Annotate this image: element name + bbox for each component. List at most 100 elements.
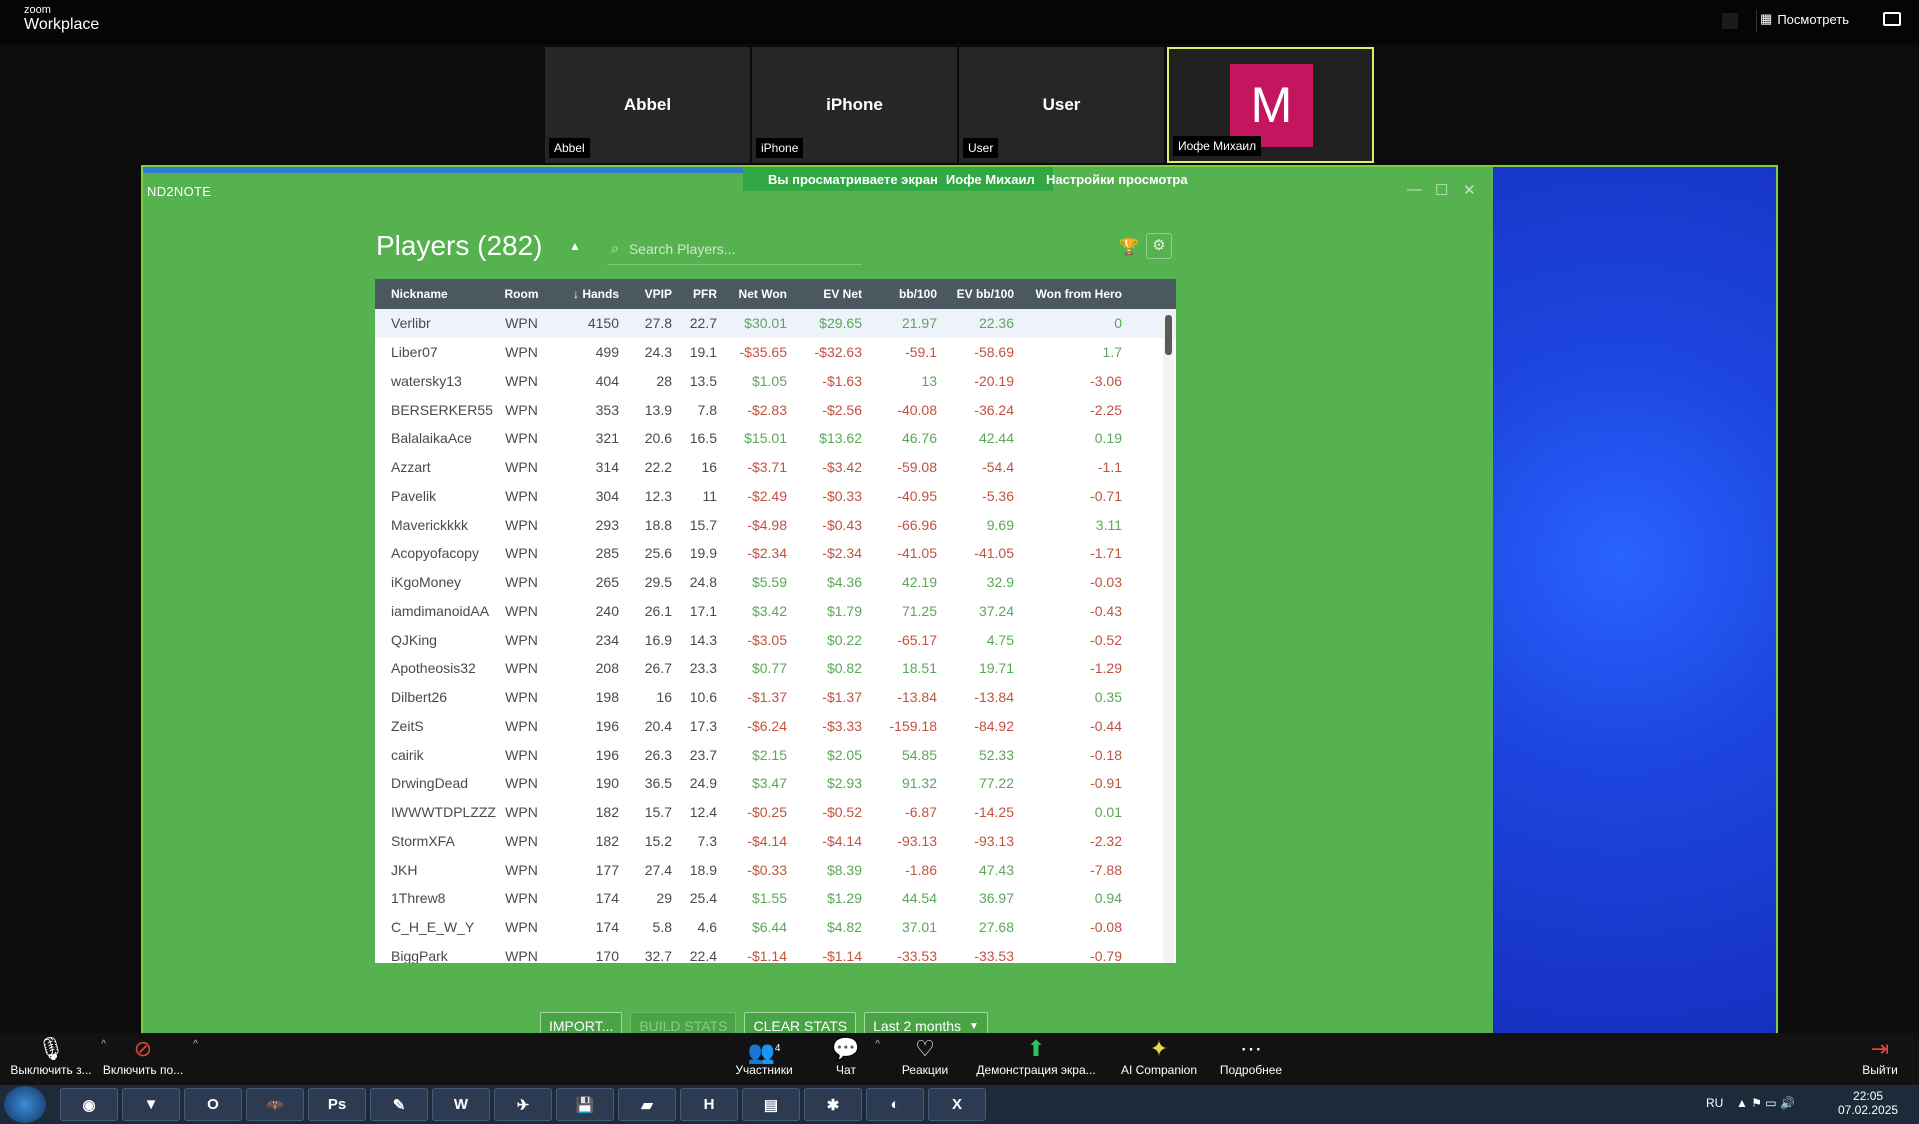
settings-icon[interactable]: ⚙ — [1146, 233, 1172, 259]
table-row[interactable]: 1Threw8 WPN 174 29 25.4 $1.55 $1.29 44.54 36.97 0… — [375, 884, 1176, 913]
cell-won-from-hero: 0.19 — [1094, 430, 1122, 447]
scrollbar-thumb[interactable] — [1165, 315, 1172, 355]
leave-button[interactable]: ⇥ Выйти — [1860, 1037, 1900, 1078]
cell-ev-net: -$1.14 — [822, 947, 862, 963]
col-net-won[interactable]: Net Won — [717, 287, 787, 301]
participant-tile[interactable]: User User — [959, 47, 1164, 163]
video-button[interactable]: ⊘ Включить по... ^ — [102, 1037, 198, 1078]
col-hands[interactable]: ↓ Hands — [545, 287, 619, 301]
clear-stats-button[interactable]: CLEAR STATS — [744, 1012, 857, 1033]
chevron-up-icon[interactable]: ^ — [875, 1039, 880, 1050]
taskbar-excel-icon[interactable]: X — [928, 1088, 986, 1121]
col-vpip[interactable]: VPIP — [619, 287, 672, 301]
col-won-from-hero[interactable]: Won from Hero — [1014, 287, 1122, 301]
maximize-icon[interactable]: ☐ — [1435, 181, 1448, 199]
cell-nickname: StormXFA — [391, 832, 455, 849]
table-row[interactable]: C_H_E_W_Y WPN 174 5.8 4.6 $6.44 $4.82 37.01 27.6… — [375, 913, 1176, 942]
table-row[interactable]: Pavelik WPN 304 12.3 11 -$2.49 -$0.33 -40.95 -5.… — [375, 482, 1176, 511]
trophy-icon[interactable]: 🏆 — [1119, 237, 1139, 257]
share-screen-button[interactable]: ⬆ Демонстрация экра... — [975, 1037, 1097, 1078]
table-row[interactable]: BalalaikaAce WPN 321 20.6 16.5 $15.01 $13.62 46… — [375, 424, 1176, 453]
col-ev-net[interactable]: EV Net — [787, 287, 862, 301]
scrollbar-track[interactable] — [1163, 309, 1174, 963]
taskbar-brave-icon[interactable]: ▼ — [122, 1088, 180, 1121]
cell-ev-net: $4.36 — [826, 574, 862, 591]
cell-net-won: $3.42 — [751, 602, 787, 619]
col-room[interactable]: Room — [498, 287, 545, 301]
minimize-icon[interactable]: — — [1407, 181, 1422, 198]
participant-tile-active[interactable]: M Иофе Михаил — [1167, 47, 1374, 163]
build-stats-button[interactable]: BUILD STATS — [630, 1012, 737, 1033]
chevron-up-icon[interactable]: ^ — [193, 1039, 198, 1050]
start-button[interactable] — [4, 1086, 46, 1123]
table-row[interactable]: DrwingDead WPN 190 36.5 24.9 $3.47 $2.93 91.32 7… — [375, 769, 1176, 798]
chat-button[interactable]: 💬 Чат ^ — [826, 1037, 880, 1078]
table-row[interactable]: Azzart WPN 314 22.2 16 -$3.71 -$3.42 -59.08 -54.… — [375, 453, 1176, 482]
table-row[interactable]: ZeitS WPN 196 20.4 17.3 -$6.24 -$3.33 -159.18 -8… — [375, 712, 1176, 741]
taskbar-tor-icon[interactable]: ◐ — [866, 1088, 924, 1121]
presenter-name: Иофе Михаил — [945, 171, 1035, 187]
table-row[interactable]: iamdimanoidAA WPN 240 26.1 17.1 $3.42 $1.79 71.… — [375, 597, 1176, 626]
cell-hands: 198 — [595, 689, 619, 706]
ai-companion-button[interactable]: ✦ AI Companion — [1120, 1037, 1198, 1078]
more-button[interactable]: ⋯ Подробнее — [1218, 1037, 1284, 1078]
table-row[interactable]: Dilbert26 WPN 198 16 10.6 -$1.37 -$1.37 -13.84 -… — [375, 683, 1176, 712]
taskbar-chrome-icon[interactable]: ◉ — [60, 1088, 118, 1121]
participants-button[interactable]: 👥4 Участники — [732, 1037, 796, 1077]
view-options-button[interactable]: Настройки просмотра — [1046, 172, 1188, 187]
table-row[interactable]: Apotheosis32 WPN 208 26.7 23.3 $0.77 $0.82 18.5… — [375, 654, 1176, 683]
participant-tile[interactable]: iPhone iPhone — [752, 47, 957, 163]
cell-nickname: Maverickkkk — [391, 516, 469, 533]
cell-nickname: BiggPark — [391, 947, 448, 963]
cell-hands: 321 — [595, 430, 619, 447]
cell-bb100: -1.86 — [905, 861, 937, 878]
col-bb100[interactable]: bb/100 — [862, 287, 937, 301]
taskbar-batman-icon[interactable]: 🦇 — [246, 1088, 304, 1121]
table-row[interactable]: IWWWTDPLZZZ WPN 182 15.7 12.4 -$0.25 -$0.52 -6.… — [375, 798, 1176, 827]
taskbar-rocket-icon[interactable]: ✱ — [804, 1088, 862, 1121]
table-row[interactable]: StormXFA WPN 182 15.2 7.3 -$4.14 -$4.14 -93.13 -… — [375, 827, 1176, 856]
close-icon[interactable]: ✕ — [1463, 181, 1476, 199]
table-row[interactable]: Maverickkkk WPN 293 18.8 15.7 -$4.98 -$0.43 -66… — [375, 510, 1176, 539]
taskbar-photoshop-icon[interactable]: Ps — [308, 1088, 366, 1121]
table-row[interactable]: cairik WPN 196 26.3 23.7 $2.15 $2.05 54.85 52.33… — [375, 740, 1176, 769]
period-value: Last 2 months — [873, 1018, 962, 1034]
taskbar-telegram-icon[interactable]: ✈ — [494, 1088, 552, 1121]
table-row[interactable]: BERSERKER55 WPN 353 13.9 7.8 -$2.83 -$2.56 -40.… — [375, 395, 1176, 424]
table-row[interactable]: Liber07 WPN 499 24.3 19.1 -$35.65 -$32.63 -59.1… — [375, 338, 1176, 367]
cell-net-won: -$4.98 — [747, 516, 787, 533]
window-mode-icon[interactable] — [1883, 12, 1901, 26]
caret-up-icon[interactable]: ▲ — [569, 239, 581, 253]
reactions-button[interactable]: ♡ Реакции — [898, 1036, 952, 1078]
participant-tile[interactable]: Abbel Abbel — [545, 47, 750, 163]
tray-icons[interactable]: ▲ ⚑ ▭ 🔊 — [1736, 1096, 1795, 1110]
cell-hands: 174 — [595, 890, 619, 907]
period-select[interactable]: Last 2 months ▼ — [864, 1012, 988, 1034]
taskbar-word-icon[interactable]: W — [432, 1088, 490, 1121]
taskbar-hm-icon[interactable]: H — [680, 1088, 738, 1121]
taskbar-inkscape-icon[interactable]: ✎ — [370, 1088, 428, 1121]
taskbar-save-icon[interactable]: 💾 — [556, 1088, 614, 1121]
table-row[interactable]: QJKing WPN 234 16.9 14.3 -$3.05 $0.22 -65.17 4.7… — [375, 625, 1176, 654]
col-nickname[interactable]: Nickname — [375, 287, 498, 301]
cell-won-from-hero: -1.1 — [1097, 459, 1122, 476]
mute-button[interactable]: 🎙 Выключить з... ^ — [10, 1037, 106, 1078]
table-row[interactable]: iKgoMoney WPN 265 29.5 24.8 $5.59 $4.36 42.19 32… — [375, 568, 1176, 597]
view-button[interactable]: ▦ Посмотреть — [1760, 11, 1849, 27]
import-button[interactable]: IMPORT... — [540, 1012, 623, 1033]
language-indicator[interactable]: RU — [1706, 1096, 1723, 1110]
taskbar-notes-icon[interactable]: ▰ — [618, 1088, 676, 1121]
col-ev-bb100[interactable]: EV bb/100 — [937, 287, 1014, 301]
taskbar-paint-icon[interactable]: ▤ — [742, 1088, 800, 1121]
clock[interactable]: 22:05 07.02.2025 — [1838, 1089, 1898, 1117]
table-row[interactable]: Acopyofacopy WPN 285 25.6 19.9 -$2.34 -$2.34 -4… — [375, 539, 1176, 568]
taskbar-opera-icon[interactable]: O — [184, 1088, 242, 1121]
table-row[interactable]: BiggPark WPN 170 32.7 22.4 -$1.14 -$1.14 -33.53… — [375, 942, 1176, 963]
table-row[interactable]: JKH WPN 177 27.4 18.9 -$0.33 $8.39 -1.86 47.43 -7… — [375, 855, 1176, 884]
table-row[interactable]: Verlibr WPN 4150 27.8 22.7 $30.01 $29.65 21.97 2… — [375, 309, 1176, 338]
table-row[interactable]: watersky13 WPN 404 28 13.5 $1.05 -$1.63 13 -20.1… — [375, 367, 1176, 396]
cell-pfr: 19.9 — [689, 545, 717, 562]
heart-icon: ♡ — [915, 1036, 935, 1061]
col-pfr[interactable]: PFR — [672, 287, 717, 301]
search-input[interactable]: ⌕ Search Players... — [607, 233, 862, 265]
